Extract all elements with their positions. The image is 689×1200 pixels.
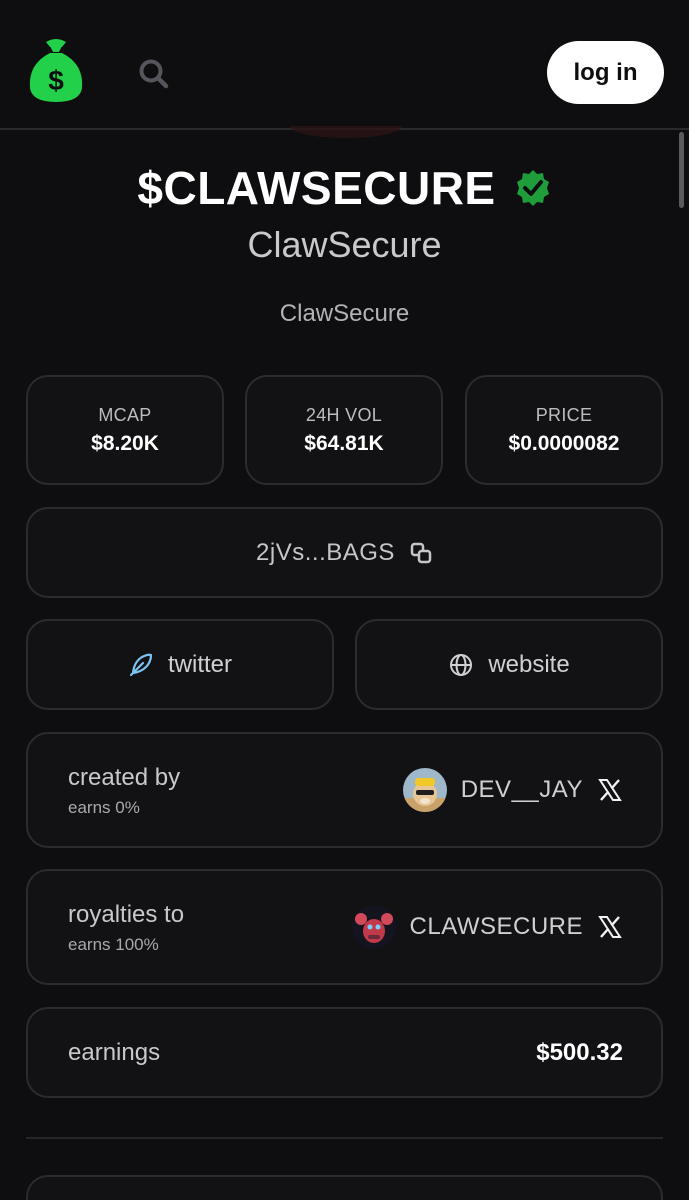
website-label: website bbox=[488, 650, 570, 678]
stat-label: MCAP bbox=[98, 404, 152, 425]
section-divider bbox=[26, 1137, 663, 1139]
next-section-card bbox=[26, 1175, 663, 1200]
royalties-earns: earns 100% bbox=[68, 935, 159, 954]
token-description: ClawSecure bbox=[279, 300, 410, 327]
svg-text:$: $ bbox=[48, 65, 64, 96]
contract-address-copy-button[interactable]: 2jVs...BAGS bbox=[26, 507, 663, 598]
royalties-handle[interactable]: CLAWSECURE bbox=[410, 913, 583, 941]
royalties-info: royalties to earns 100% bbox=[68, 901, 184, 955]
copy-icon bbox=[410, 542, 432, 563]
avatar[interactable] bbox=[351, 905, 396, 949]
stat-value: $64.81K bbox=[304, 431, 384, 455]
royalties-profile[interactable]: CLAWSECURE bbox=[351, 871, 623, 983]
stat-label: 24H VOL bbox=[305, 404, 383, 425]
money-bag-icon[interactable]: $ bbox=[28, 38, 84, 104]
earnings-value: $500.32 bbox=[536, 1038, 623, 1066]
x-logo-icon[interactable] bbox=[597, 914, 623, 940]
creator-earns: earns 0% bbox=[68, 798, 140, 817]
token-ticker: $CLAWSECURE bbox=[137, 162, 496, 214]
token-title-row: $CLAWSECURE bbox=[0, 160, 689, 216]
twitter-link[interactable]: twitter bbox=[26, 619, 334, 710]
stat-price: PRICE $0.0000082 bbox=[465, 375, 663, 485]
x-logo-icon[interactable] bbox=[597, 777, 623, 803]
verified-badge-icon bbox=[516, 170, 549, 206]
creator-card: created by earns 0% DEV__JAY bbox=[26, 732, 663, 848]
contract-address: 2jVs...BAGS bbox=[256, 538, 395, 566]
feather-icon bbox=[129, 653, 153, 676]
stat-value: $8.20K bbox=[91, 431, 159, 455]
earnings-label: earnings bbox=[68, 1038, 161, 1066]
token-image bbox=[290, 126, 402, 138]
creator-title: created by bbox=[68, 764, 181, 791]
royalties-card: royalties to earns 100% CLAWSECURE bbox=[26, 869, 663, 985]
login-button[interactable]: log in bbox=[547, 41, 664, 104]
stat-value: $0.0000082 bbox=[508, 431, 620, 455]
website-link[interactable]: website bbox=[355, 619, 663, 710]
creator-handle[interactable]: DEV__JAY bbox=[461, 776, 583, 804]
stat-mcap: MCAP $8.20K bbox=[26, 375, 224, 485]
token-name: ClawSecure bbox=[247, 224, 442, 265]
creator-info: created by earns 0% bbox=[68, 764, 180, 818]
stat-label: PRICE bbox=[535, 404, 593, 425]
search-icon[interactable] bbox=[136, 56, 172, 92]
royalties-title: royalties to bbox=[68, 901, 185, 928]
avatar[interactable] bbox=[402, 768, 447, 812]
globe-icon bbox=[450, 653, 473, 676]
creator-profile[interactable]: DEV__JAY bbox=[402, 734, 623, 846]
stat-24h-volume: 24H VOL $64.81K bbox=[245, 375, 443, 485]
twitter-label: twitter bbox=[167, 650, 232, 678]
earnings-card: earnings $500.32 bbox=[26, 1007, 663, 1098]
top-header: $ log in bbox=[0, 0, 689, 130]
